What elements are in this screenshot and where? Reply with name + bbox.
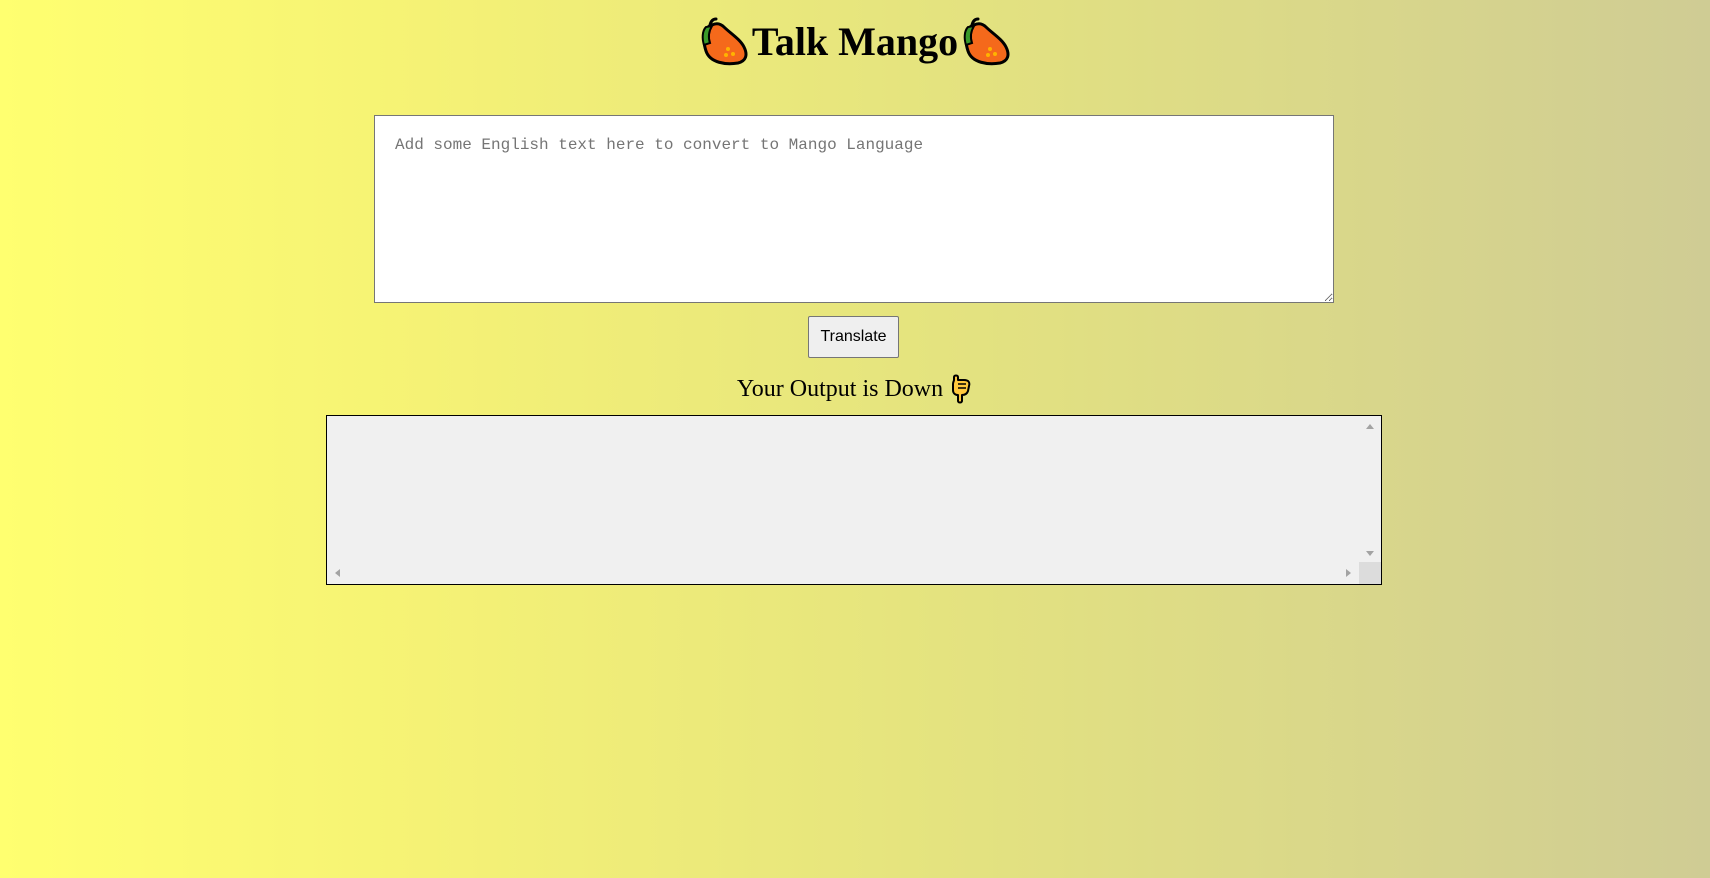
mango-icon <box>962 17 1010 67</box>
output-box[interactable] <box>326 415 1382 585</box>
page-header: Talk Mango <box>0 14 1710 70</box>
scroll-down-icon[interactable] <box>1366 551 1374 556</box>
scrollbar-corner <box>1359 562 1381 584</box>
horizontal-scrollbar[interactable] <box>327 562 1359 584</box>
vertical-scrollbar[interactable] <box>1359 416 1381 564</box>
pointing-down-icon <box>949 374 973 404</box>
english-text-input[interactable] <box>374 115 1334 303</box>
output-heading-label: Your Output is Down <box>736 376 944 402</box>
translate-button[interactable]: Translate <box>808 316 899 358</box>
scroll-right-icon[interactable] <box>1346 569 1351 577</box>
scroll-left-icon[interactable] <box>335 569 340 577</box>
mango-icon <box>700 17 748 67</box>
scroll-up-icon[interactable] <box>1366 424 1374 429</box>
output-heading: Your Output is Down <box>0 373 1710 405</box>
page-title: Talk Mango <box>751 19 959 64</box>
